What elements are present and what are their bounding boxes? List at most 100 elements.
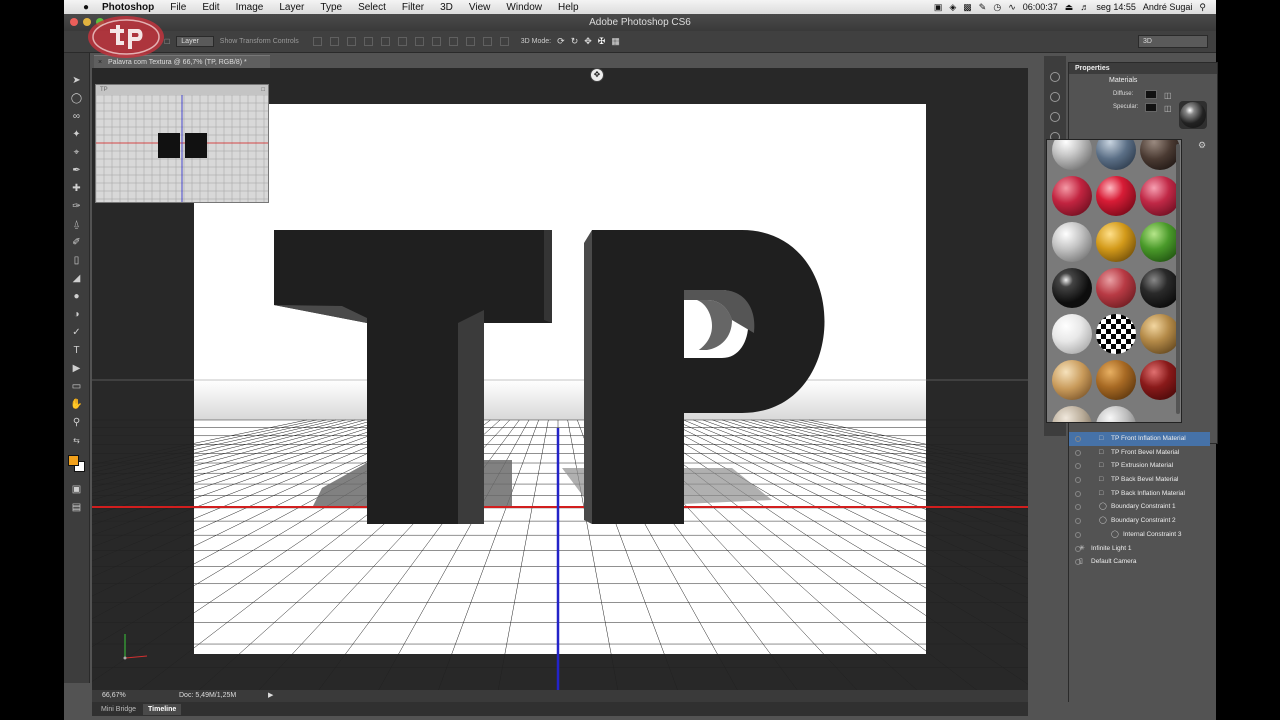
swap-colors-icon[interactable]: ⇆ [70,433,84,448]
adjustments-panel-icon[interactable] [1050,112,1060,122]
visibility-eye-icon[interactable] [1075,477,1081,484]
timer-readout[interactable]: 06:00:37 [1023,2,1058,12]
workspace-dropdown[interactable]: 3D [1138,35,1208,48]
material-preset[interactable] [1139,220,1181,264]
material-preset[interactable] [1095,404,1137,422]
menu-file[interactable]: File [162,2,194,13]
volume-icon[interactable]: ♬ [1080,2,1089,12]
lasso-tool-icon[interactable]: ∞ [70,109,84,124]
material-preset[interactable] [1051,312,1093,356]
menu-app-photoshop[interactable]: Photoshop [94,2,162,13]
tab-mini-bridge[interactable]: Mini Bridge [96,704,141,715]
scene-item[interactable]: □ TP Front Inflation Material [1069,432,1210,446]
material-preset[interactable] [1139,140,1181,172]
menu-select[interactable]: Select [350,2,394,13]
history-panel-icon[interactable] [1050,72,1060,82]
apple-icon[interactable]: ● [78,2,94,13]
roll-3d-icon[interactable]: ↻ [571,36,579,47]
menu-image[interactable]: Image [228,2,272,13]
align-left-icon[interactable] [363,37,373,46]
scene-item[interactable]: ◯ Internal Constraint 3 [1069,528,1210,542]
clock-icon[interactable]: ◷ [993,2,1001,13]
show-transform-controls[interactable]: Show Transform Controls [220,38,299,45]
distribute-top-icon[interactable] [414,37,424,46]
clone-stamp-tool-icon[interactable]: ⍙ [70,217,84,232]
material-picker-gear-icon[interactable]: ⚙ [1198,140,1206,151]
scale-3d-icon[interactable]: ▦ [611,36,620,47]
brush-tool-icon[interactable]: ✑ [70,199,84,214]
menu-layer[interactable]: Layer [271,2,312,13]
material-preset[interactable] [1095,358,1137,402]
document-canvas[interactable] [194,104,926,654]
date-time[interactable]: seg 14:55 [1096,2,1136,12]
visibility-eye-icon[interactable] [1075,436,1081,442]
material-preset[interactable] [1139,266,1181,310]
dodge-tool-icon[interactable]: ◑ [70,307,84,322]
zoom-tool-icon[interactable]: ⚲ [70,415,84,430]
material-preset[interactable] [1051,140,1093,172]
material-preview-sphere[interactable] [1179,101,1207,129]
distribute-hcenter-icon[interactable] [482,37,492,46]
zoom-level[interactable]: 66,67% [102,690,126,702]
material-preset[interactable] [1095,312,1137,356]
scene-item[interactable]: □ TP Back Inflation Material [1069,487,1210,501]
crop-tool-icon[interactable]: ⌖ [70,145,84,160]
visibility-eye-icon[interactable] [1075,504,1081,511]
quick-mask-icon[interactable]: ▣ [70,482,84,497]
visibility-eye-icon[interactable] [1075,490,1081,497]
diffuse-color-swatch[interactable] [1145,90,1157,99]
close-preview-icon[interactable]: □ [261,85,265,95]
foreground-color-swatch[interactable] [67,455,79,466]
menu-edit[interactable]: Edit [194,2,227,13]
material-preset[interactable] [1051,266,1093,310]
material-preset[interactable] [1139,312,1181,356]
scene-item[interactable]: ✳ Infinite Light 1 [1069,542,1210,556]
align-bottom-icon[interactable] [346,37,356,46]
scene-item[interactable]: □ TP Back Bevel Material [1069,473,1210,487]
healing-brush-tool-icon[interactable]: ✚ [70,181,84,196]
type-tool-icon[interactable]: T [70,343,84,358]
menu-help[interactable]: Help [550,2,587,13]
material-preset[interactable] [1051,174,1093,218]
pen-icon[interactable]: ✎ [979,2,987,13]
menu-view[interactable]: View [461,2,499,13]
orbit-3d-icon[interactable]: ⟳ [557,36,565,47]
layer-select-dropdown[interactable]: Layer [176,36,214,47]
material-preset[interactable] [1095,220,1137,264]
align-hcenter-icon[interactable] [380,37,390,46]
material-preset[interactable] [1051,404,1093,422]
visibility-eye-icon[interactable] [1075,449,1081,456]
visibility-eye-icon[interactable] [1075,531,1081,538]
properties-panel-title[interactable]: Properties [1069,63,1217,74]
tab-timeline[interactable]: Timeline [143,703,182,715]
wifi-icon[interactable]: ∿ [1008,2,1016,13]
paint-bucket-tool-icon[interactable]: ◢ [70,271,84,286]
marquee-tool-icon[interactable]: ◯ [70,91,84,106]
distribute-bottom-icon[interactable] [448,37,458,46]
history-brush-tool-icon[interactable]: ✐ [70,235,84,250]
shape-tool-icon[interactable]: ▭ [70,379,84,394]
material-preset[interactable] [1051,220,1093,264]
distribute-left-icon[interactable] [465,37,475,46]
scene-item[interactable]: ▯ Default Camera [1069,555,1210,569]
pen-tool-icon[interactable]: ✓ [70,325,84,340]
align-vcenter-icon[interactable] [329,37,339,46]
uv-preview-thumbnail[interactable]: TP □ [95,84,269,203]
align-right-icon[interactable] [397,37,407,46]
material-preset[interactable] [1095,266,1137,310]
pan-3d-icon[interactable]: ✥ [584,36,592,47]
user-name[interactable]: André Sugai [1143,2,1193,12]
menu-type[interactable]: Type [312,2,350,13]
material-preset[interactable] [1051,358,1093,402]
distribute-right-icon[interactable] [499,37,509,46]
screen-record-icon[interactable]: ▣ [934,2,943,13]
material-preset[interactable] [1139,174,1181,218]
menu-3d[interactable]: 3D [432,2,461,13]
menu-filter[interactable]: Filter [394,2,432,13]
network-icon[interactable]: ◈ [949,2,956,13]
quick-select-tool-icon[interactable]: ✦ [70,127,84,142]
scene-item[interactable]: ◯ Boundary Constraint 2 [1069,514,1210,528]
eraser-tool-icon[interactable]: ▯ [70,253,84,268]
close-window-icon[interactable] [70,18,78,26]
specular-color-swatch[interactable] [1145,103,1157,112]
